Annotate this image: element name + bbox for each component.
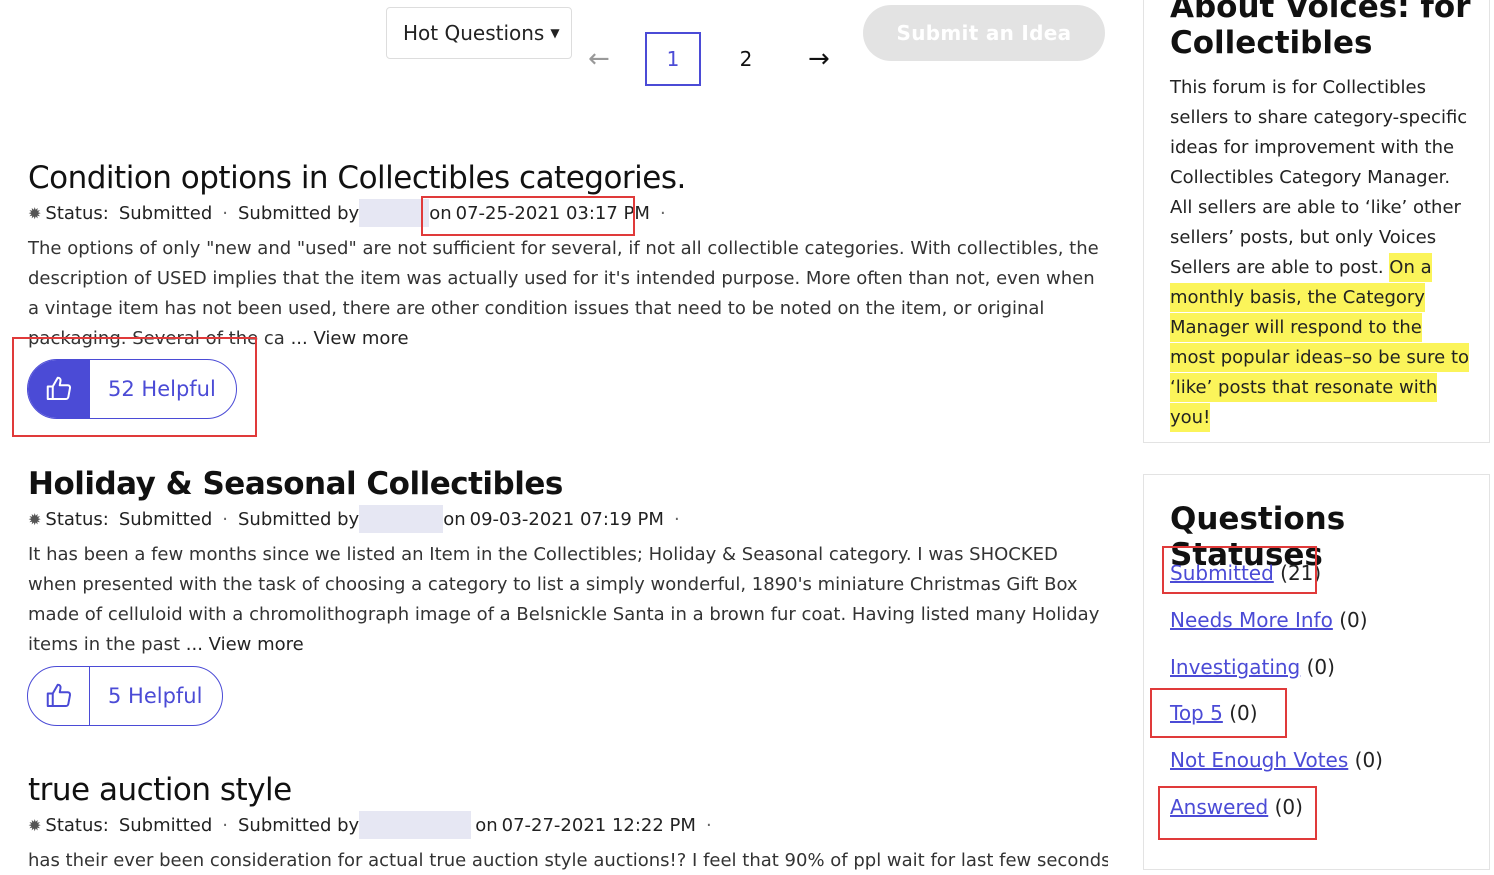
post-date: 07-27-2021 12:22 PM bbox=[501, 814, 696, 836]
post-title[interactable]: Condition options in Collectibles catego… bbox=[28, 160, 1108, 196]
page-1-button[interactable]: 1 bbox=[645, 32, 701, 86]
about-description: This forum is for Collectibles sellers t… bbox=[1170, 73, 1470, 433]
helpful-count: 5 Helpful bbox=[108, 684, 203, 708]
arrow-left-icon[interactable]: ← bbox=[588, 44, 610, 74]
status-value: Submitted bbox=[118, 814, 213, 836]
submitted-by-label: Submitted by bbox=[237, 508, 360, 530]
author-name-redacted[interactable] bbox=[359, 811, 472, 839]
separator-dot: · bbox=[222, 508, 228, 530]
gear-icon: ✹ bbox=[28, 203, 42, 223]
status-link-not-enough-votes[interactable]: Not Enough Votes bbox=[1170, 748, 1348, 772]
submitted-by-label: Submitted by bbox=[237, 814, 360, 836]
post-meta: ✹ Status: Submitted · Submitted by on 09… bbox=[28, 504, 1108, 534]
post-title[interactable]: true auction style bbox=[28, 772, 1108, 808]
post-body: The options of only "new and "used" are … bbox=[28, 234, 1108, 354]
status-value: Submitted bbox=[118, 508, 213, 530]
about-title: About Voices: for Collectibles bbox=[1170, 0, 1471, 61]
post-title[interactable]: Holiday & Seasonal Collectibles bbox=[28, 466, 1108, 502]
sort-dropdown-label: Hot Questions bbox=[403, 21, 545, 45]
post-meta: ✹ Status: Submitted · Submitted by on 07… bbox=[28, 810, 1108, 840]
status-value: Submitted bbox=[118, 202, 213, 224]
annotation-box-answered bbox=[1158, 786, 1317, 840]
status-label: Status: bbox=[45, 202, 109, 224]
status-link-investigating[interactable]: Investigating bbox=[1170, 655, 1300, 679]
annotation-box-date bbox=[421, 196, 635, 236]
status-count: (0) bbox=[1354, 748, 1383, 772]
separator-dot: · bbox=[222, 202, 228, 224]
thumbs-up-icon bbox=[28, 667, 90, 725]
annotation-box-helpful bbox=[12, 337, 257, 437]
separator-dot: · bbox=[659, 202, 666, 224]
submit-idea-button[interactable]: Submit an Idea bbox=[863, 5, 1105, 61]
about-text-plain: This forum is for Collectibles sellers t… bbox=[1170, 77, 1468, 278]
gear-icon: ✹ bbox=[28, 815, 42, 835]
on-label: on bbox=[443, 508, 466, 530]
separator-dot: · bbox=[705, 814, 712, 836]
separator-dot: · bbox=[673, 508, 680, 530]
post-item: Condition options in Collectibles catego… bbox=[28, 160, 1108, 354]
annotation-box-submitted bbox=[1162, 546, 1317, 594]
view-more-link[interactable]: ... View more bbox=[186, 634, 304, 655]
post-item: Holiday & Seasonal Collectibles ✹ Status… bbox=[28, 466, 1108, 660]
about-card: About Voices: for Collectibles This foru… bbox=[1143, 0, 1490, 443]
status-item-needs-more-info: Needs More Info (0) bbox=[1170, 608, 1368, 632]
gear-icon: ✹ bbox=[28, 509, 42, 529]
status-link-needs-more-info[interactable]: Needs More Info bbox=[1170, 608, 1333, 632]
post-date: 09-03-2021 07:19 PM bbox=[469, 508, 664, 530]
separator-dot: · bbox=[222, 814, 228, 836]
status-item-not-enough-votes: Not Enough Votes (0) bbox=[1170, 748, 1383, 772]
helpful-button[interactable]: 5 Helpful bbox=[27, 666, 224, 726]
sort-dropdown[interactable]: Hot Questions ▼ bbox=[386, 7, 572, 59]
caret-down-icon: ▼ bbox=[550, 26, 560, 40]
submitted-by-label: Submitted by bbox=[237, 202, 360, 224]
status-item-investigating: Investigating (0) bbox=[1170, 655, 1335, 679]
annotation-box-top-5 bbox=[1150, 688, 1287, 738]
status-count: (0) bbox=[1339, 608, 1368, 632]
author-name-redacted[interactable] bbox=[359, 199, 430, 227]
post-body: has their ever been consideration for ac… bbox=[28, 846, 1108, 875]
post-body: It has been a few months since we listed… bbox=[28, 540, 1108, 660]
page-2-button[interactable]: 2 bbox=[718, 32, 774, 86]
arrow-right-icon[interactable]: → bbox=[808, 44, 830, 74]
post-body-text: has their ever been consideration for ac… bbox=[28, 850, 1108, 871]
status-label: Status: bbox=[45, 508, 109, 530]
status-count: (0) bbox=[1306, 655, 1335, 679]
post-body-text: The options of only "new and "used" are … bbox=[28, 238, 1099, 349]
author-name-redacted[interactable] bbox=[359, 505, 444, 533]
view-more-link[interactable]: ... View more bbox=[291, 328, 409, 349]
status-label: Status: bbox=[45, 814, 109, 836]
post-item: true auction style ✹ Status: Submitted ·… bbox=[28, 772, 1108, 875]
on-label: on bbox=[475, 814, 498, 836]
about-text-highlighted: On a monthly basis, the Category Manager… bbox=[1170, 253, 1470, 432]
